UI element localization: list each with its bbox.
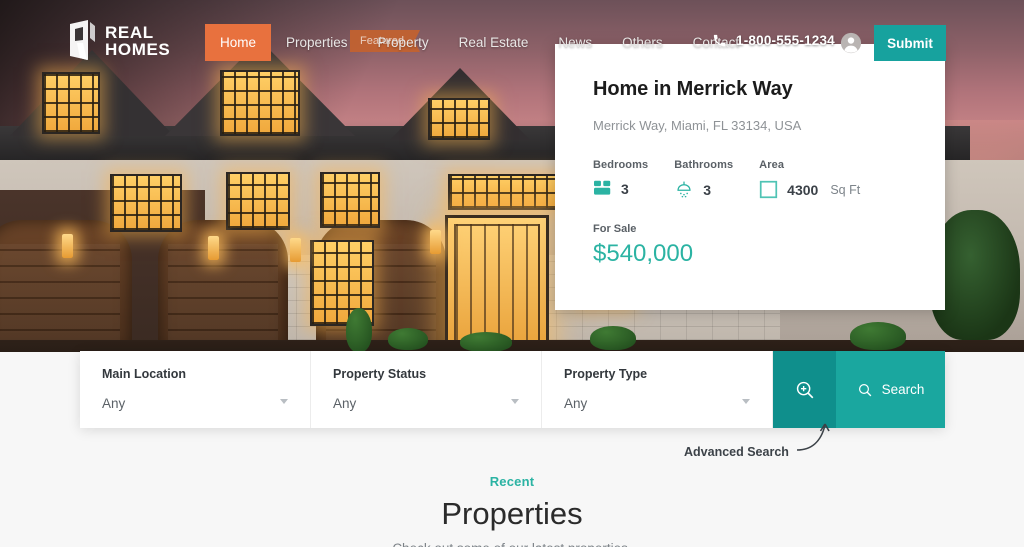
recent-properties-section: Recent Properties Check out some of our …: [0, 438, 1024, 547]
property-price: $540,000: [593, 240, 694, 267]
shrub-5: [850, 322, 906, 350]
nav-item-news[interactable]: News: [543, 24, 607, 61]
window-upper-4: [448, 174, 568, 210]
nav-item-property[interactable]: Property: [363, 24, 444, 61]
property-type-value: Any: [564, 396, 588, 411]
chevron-down-icon: [742, 399, 750, 404]
property-status-field-label: Property Status: [333, 367, 427, 381]
spec-area: Area 4300 Sq Ft: [759, 159, 860, 199]
submit-button[interactable]: Submit: [874, 25, 946, 61]
exterior-lamp-3: [290, 238, 301, 262]
window-gable-3: [428, 98, 490, 140]
header-phone[interactable]: 1-800-555-1234: [712, 33, 835, 48]
site-logo[interactable]: REAL HOMES: [68, 20, 170, 62]
shrub-2: [388, 328, 428, 350]
search-field-property-status[interactable]: Property Status Any: [311, 351, 542, 428]
nav-item-others[interactable]: Others: [607, 24, 678, 61]
advanced-search-button[interactable]: [773, 351, 836, 428]
phone-number: 1-800-555-1234: [736, 33, 835, 48]
house-entry-door: [445, 215, 549, 352]
magnifier-plus-icon: [796, 381, 813, 398]
search-icon: [858, 383, 871, 396]
shrub-4: [590, 326, 636, 350]
property-specs: Bedrooms 3 Bathrooms 3 Area 4300 Sq Ft: [593, 159, 907, 199]
garage-door-2: [158, 220, 288, 352]
exterior-lamp-2: [208, 236, 219, 260]
exterior-lamp-1: [62, 234, 73, 258]
nav-item-real-estate[interactable]: Real Estate: [444, 24, 544, 61]
property-search-bar: Main Location Any Property Status Any Pr…: [80, 351, 945, 428]
user-avatar-icon: [840, 32, 862, 54]
page-root: REAL HOMES Home Properties Property Real…: [0, 0, 1024, 547]
spec-bedrooms-value: 3: [621, 180, 629, 197]
shrub-1: [346, 308, 372, 352]
spec-area-unit: Sq Ft: [830, 182, 861, 197]
property-status-label: For Sale: [593, 223, 637, 235]
section-subtitle: Check out some of our latest properties.: [0, 541, 1024, 547]
property-status-value: Any: [333, 396, 357, 411]
property-type-label: Property Type: [564, 367, 648, 381]
main-location-label: Main Location: [102, 367, 187, 381]
area-square-icon: [760, 180, 778, 199]
section-title: Properties: [441, 496, 583, 531]
search-field-property-type[interactable]: Property Type Any: [542, 351, 773, 428]
search-field-main-location[interactable]: Main Location Any: [80, 351, 311, 428]
nav-item-properties[interactable]: Properties: [271, 24, 363, 61]
spec-bathrooms-value: 3: [703, 181, 711, 198]
window-upper-2: [226, 172, 290, 230]
site-header: REAL HOMES Home Properties Property Real…: [0, 0, 1024, 86]
shower-icon: [677, 181, 691, 198]
search-button-label: Search: [881, 382, 925, 397]
window-upper-3: [320, 172, 380, 228]
spec-bathrooms-label: Bathrooms: [674, 159, 734, 171]
phone-icon: [713, 34, 726, 47]
spec-area-label: Area: [759, 159, 785, 171]
property-address: Merrick Way, Miami, FL 33134, USA: [593, 118, 802, 133]
chevron-down-icon: [280, 399, 288, 404]
nav-item-home[interactable]: Home: [205, 24, 272, 61]
logo-line-1: REAL: [105, 23, 154, 42]
spec-area-value: 4300: [787, 181, 819, 198]
real-homes-logo-icon: [70, 20, 95, 60]
advanced-search-annotation: Advanced Search: [684, 445, 789, 459]
bed-icon: [594, 180, 611, 195]
main-location-value: Any: [102, 396, 126, 411]
section-kicker: Recent: [489, 474, 535, 489]
window-upper-1: [110, 174, 182, 232]
chevron-down-icon: [511, 399, 519, 404]
annotation-arrow-icon: [796, 423, 830, 451]
search-button[interactable]: Search: [836, 351, 945, 428]
spec-bedrooms: Bedrooms 3: [593, 159, 648, 197]
shrub-3: [460, 332, 512, 352]
exterior-lamp-4: [430, 230, 441, 254]
logo-wordmark: REAL HOMES: [105, 24, 170, 58]
spec-bedrooms-label: Bedrooms: [593, 159, 649, 171]
account-button[interactable]: [840, 32, 862, 54]
logo-line-2: HOMES: [105, 40, 171, 59]
spec-bathrooms: Bathrooms 3: [674, 159, 733, 199]
main-navigation: Home Properties Property Real Estate New…: [205, 24, 754, 61]
